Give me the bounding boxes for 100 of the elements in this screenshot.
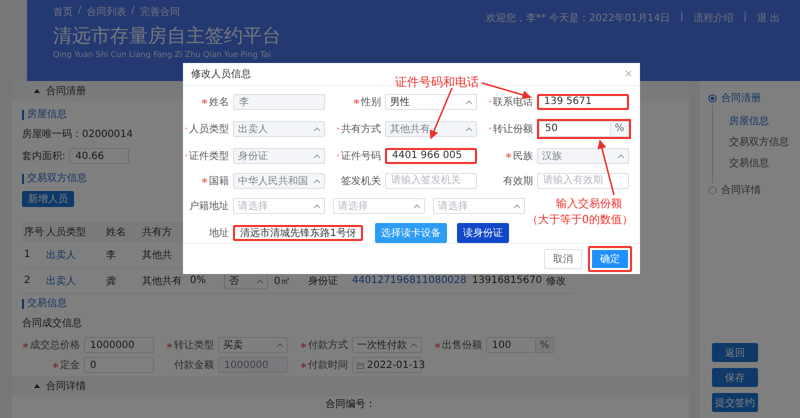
header-link[interactable]: 流程介绍 — [693, 11, 734, 25]
select-field[interactable]: 一次性付款 — [352, 337, 422, 353]
section-title: 交易双方信息 — [22, 174, 87, 184]
field-label: 成交总价格 — [30, 338, 80, 352]
field-label: 共有方式 — [341, 122, 381, 136]
field-label: 户籍地址 — [189, 200, 229, 213]
panel-title: 合同详情 — [46, 380, 86, 393]
read-id-button[interactable]: 读身份证 — [457, 222, 509, 243]
site-subtitle: Qing Yuan Shi Cun Liang Fang Zi Zhu Qian Yue Ping Tai — [53, 50, 271, 59]
field-label: 付款方式 — [308, 338, 348, 352]
section-title: 交易信息 — [22, 299, 67, 309]
input-field[interactable]: 清远市清城先锋东路1号伢 — [233, 224, 363, 241]
column-header: 姓名 — [104, 222, 140, 242]
nav-item[interactable]: 交易双方信息 — [713, 135, 800, 149]
field-label: 套内面积: — [22, 150, 66, 163]
field-label: 付款时间 — [308, 358, 348, 372]
caret-icon — [314, 204, 320, 208]
caret-icon — [514, 204, 520, 208]
house-code: 房屋唯一码：02000014 — [22, 128, 133, 141]
input-field[interactable]: 139 5671 — [537, 94, 629, 110]
side-button[interactable]: 保存 — [712, 368, 758, 387]
caret-icon — [411, 343, 417, 347]
table-cell: 龚 — [104, 268, 140, 294]
breadcrumb-separator: / — [78, 5, 82, 18]
nav-step[interactable]: 合同详情 — [721, 183, 761, 197]
field-label: 有效期 — [503, 174, 533, 188]
link-separator: | — [680, 11, 684, 22]
breadcrumb-separator: / — [131, 5, 135, 18]
field-label: 付款金额 — [174, 358, 214, 372]
field-label: 转让类型 — [174, 338, 214, 352]
column-header: 序号 — [22, 222, 44, 242]
breadcrumb-link[interactable]: 首页 — [53, 5, 73, 19]
percent-field[interactable]: 50 % — [537, 118, 631, 139]
field-label: 地址 — [209, 226, 229, 240]
field-label: 民族 — [513, 150, 533, 163]
percent-addon: % — [611, 120, 629, 137]
section-title: 房屋信息 — [22, 110, 67, 120]
nav-item[interactable]: 房屋信息 — [713, 114, 800, 128]
caret-icon — [618, 154, 624, 158]
add-person-button[interactable]: 新增人员 — [22, 191, 74, 207]
side-button[interactable]: 返回 — [712, 343, 758, 362]
input-field[interactable]: 请输入有效期 — [537, 172, 629, 189]
annotation-text: 证件号码和电话 — [395, 74, 479, 91]
percent-addon: % — [536, 337, 554, 353]
caret-icon — [466, 126, 472, 131]
table-link[interactable]: 出卖人 — [44, 268, 104, 294]
table-cell: 李 — [104, 242, 140, 268]
nav-item[interactable]: 交易信息 — [713, 156, 800, 170]
input-field[interactable]: 1000000 — [84, 337, 154, 353]
input-field[interactable]: 4401 966 005 — [385, 148, 477, 164]
caret-icon — [314, 178, 320, 183]
table-cell: 2 — [22, 268, 44, 294]
select-field[interactable]: 请选择 — [333, 198, 425, 214]
breadcrumb-link[interactable]: 合同列表 — [86, 5, 126, 19]
side-button[interactable]: 提交签约 — [712, 393, 758, 412]
table-link[interactable]: 出卖人 — [44, 242, 104, 268]
select-field[interactable]: 请选择 — [233, 198, 325, 214]
field-label: 证件类型 — [189, 150, 229, 163]
field-label: 人员类型 — [189, 122, 229, 136]
annotation-note: （大于等于0的数值） — [527, 212, 633, 227]
calendar-icon — [357, 362, 364, 368]
field-label: 证件号码 — [341, 150, 381, 163]
field-label: 国籍 — [209, 174, 229, 188]
contract-number-label: 合同编号： — [326, 398, 376, 411]
input-field[interactable]: 请输入签发机关 — [385, 172, 477, 189]
caret-icon — [257, 278, 263, 282]
caret-icon — [414, 204, 420, 208]
caret-icon — [466, 100, 472, 104]
breadcrumb-link[interactable]: 完善合同 — [140, 5, 180, 19]
field-label: 签发机关 — [341, 174, 381, 188]
field-label: 出售份额 — [442, 338, 482, 352]
modal-title: 修改人员信息 — [191, 68, 251, 81]
table-cell: 1 — [22, 242, 44, 268]
input-field[interactable]: 0 — [84, 357, 154, 373]
header-link[interactable]: 退 出 — [756, 11, 780, 25]
caret-icon — [277, 343, 283, 347]
nav-step[interactable]: 合同清册 — [721, 91, 761, 105]
input-field[interactable]: 40.66 — [69, 148, 130, 164]
caret-icon — [314, 126, 320, 131]
annotation-text: 输入交易份额 — [556, 196, 622, 211]
date-field[interactable]: 2022-01-13 — [352, 357, 422, 373]
select-field[interactable]: 买卖 — [218, 337, 288, 353]
field-label: 姓名 — [209, 96, 229, 109]
select-field[interactable]: 请选择 — [433, 198, 525, 214]
caret-icon — [314, 154, 320, 158]
annotation-arrow — [430, 88, 453, 140]
panel-header[interactable]: 合同详情 — [12, 376, 689, 396]
confirm-button[interactable]: 确定 — [588, 246, 632, 272]
subsection-title: 合同成交信息 — [22, 316, 82, 330]
link-separator: | — [743, 11, 747, 22]
site-title: 清远市存量房自主签约平台 — [53, 24, 281, 49]
field-label: 定金 — [60, 358, 80, 372]
close-icon[interactable] — [625, 70, 632, 78]
field-label: 性别 — [361, 96, 381, 109]
column-header: 人员类型 — [44, 222, 104, 242]
panel-title: 合同清册 — [46, 84, 86, 98]
select-field[interactable]: 男性 — [385, 94, 477, 110]
select-device-button[interactable]: 选择读卡设备 — [375, 222, 447, 243]
cancel-button[interactable]: 取消 — [544, 248, 582, 269]
welcome-text: 欢迎您，李** 今天是：2022年01月14日 — [486, 12, 670, 25]
